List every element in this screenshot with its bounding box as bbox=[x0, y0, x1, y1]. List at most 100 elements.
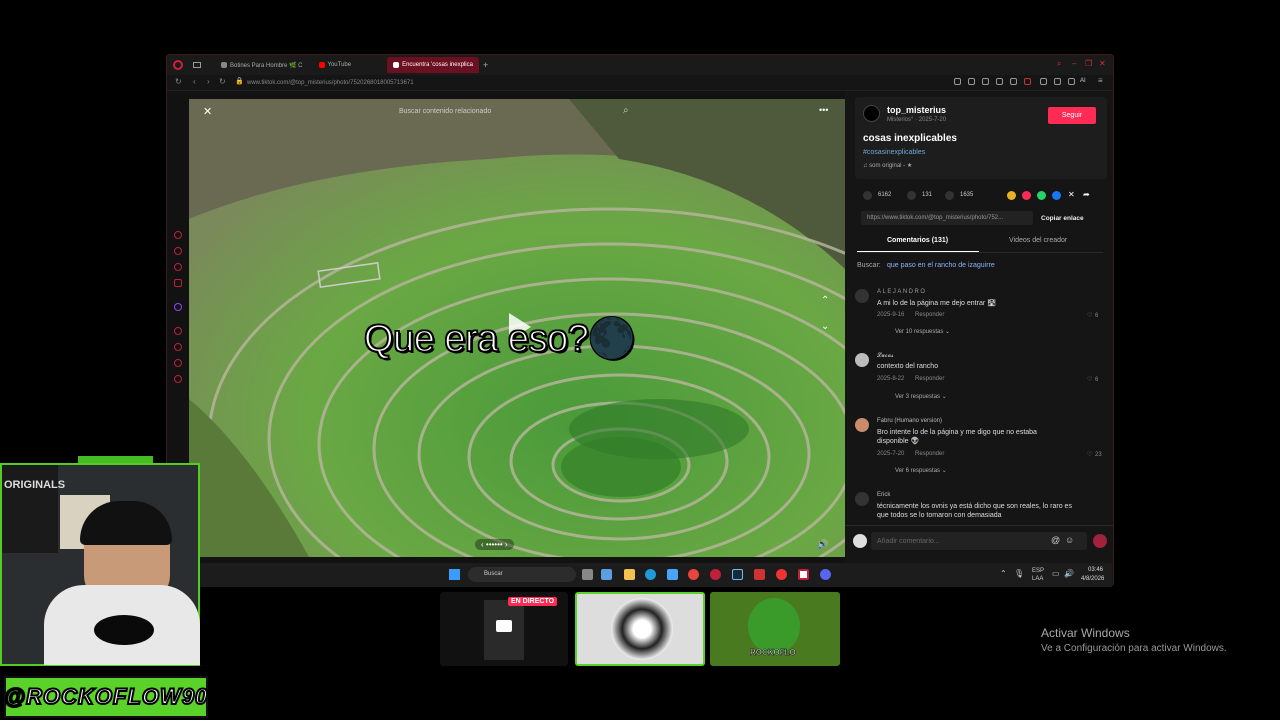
avatar[interactable] bbox=[855, 289, 869, 303]
tray-chevron-icon[interactable]: ⌃ bbox=[1000, 569, 1007, 578]
like-icon[interactable] bbox=[863, 191, 872, 200]
previous-video-icon[interactable]: ⌃ bbox=[821, 295, 829, 306]
docs-icon[interactable] bbox=[798, 569, 809, 580]
share-whatsapp-icon[interactable] bbox=[1037, 191, 1046, 200]
snapshot-icon[interactable] bbox=[1054, 78, 1061, 85]
sidebar-chat-icon[interactable] bbox=[174, 359, 182, 367]
view-replies-button[interactable]: Ver 10 respuestas ⌄ bbox=[895, 328, 950, 335]
new-tab-button[interactable]: + bbox=[483, 60, 488, 70]
view-replies-button[interactable]: Ver 3 respuestas ⌄ bbox=[895, 393, 947, 400]
comment-user[interactable]: ALEJANDRO bbox=[877, 289, 927, 295]
downloads-icon[interactable] bbox=[1068, 78, 1075, 85]
heart-icon[interactable]: ♡ bbox=[1087, 376, 1092, 383]
emoji-icon[interactable]: ☺ bbox=[1065, 535, 1074, 545]
clock-time[interactable]: 03:46 bbox=[1088, 567, 1103, 573]
related-search-field[interactable]: Buscar contenido relacionado bbox=[399, 108, 491, 115]
hashtag-link[interactable]: #cosasinexplicables bbox=[863, 149, 925, 156]
sidebar-bag-icon[interactable] bbox=[174, 247, 182, 255]
carousel-dots[interactable]: ‹ •••••• › bbox=[475, 539, 514, 550]
bookmark-icon[interactable] bbox=[945, 191, 954, 200]
sidebar-add-icon[interactable] bbox=[174, 327, 182, 335]
comment-user[interactable]: Fabru (Humano version) bbox=[877, 418, 942, 424]
tab-botines[interactable]: Botines Para Hombre 🌿 C bbox=[215, 57, 309, 73]
back-icon[interactable]: ‹ bbox=[193, 77, 196, 86]
search-icon[interactable]: ⌕ bbox=[623, 105, 629, 116]
share-red-icon[interactable] bbox=[1022, 191, 1031, 200]
maximize-icon[interactable]: ❐ bbox=[1085, 59, 1092, 68]
share-more-icon[interactable]: ➦ bbox=[1083, 190, 1090, 199]
heart-icon[interactable] bbox=[1024, 78, 1031, 85]
sidebar-twitch-icon[interactable] bbox=[174, 303, 182, 311]
clock-date[interactable]: 4/8/2026 bbox=[1081, 576, 1104, 582]
tab-tiktok[interactable]: Encuentra 'cosas inexplica bbox=[387, 57, 479, 73]
send-button[interactable] bbox=[1093, 534, 1107, 548]
sidebar-settings-icon[interactable] bbox=[174, 375, 182, 383]
tab-youtube[interactable]: YouTube bbox=[313, 57, 358, 73]
chrome-icon[interactable] bbox=[688, 569, 699, 580]
more-options-button[interactable]: ••• bbox=[819, 105, 828, 115]
comment-user[interactable]: Erick bbox=[877, 492, 890, 498]
share-embed-icon[interactable] bbox=[1007, 191, 1016, 200]
heart-icon[interactable]: ♡ bbox=[1087, 312, 1092, 319]
share-link[interactable]: https://www.tiktok.com/@top_misterius/ph… bbox=[867, 215, 1003, 221]
avatar[interactable] bbox=[855, 418, 869, 432]
shield-icon[interactable] bbox=[982, 78, 989, 85]
screenshot-icon[interactable] bbox=[968, 78, 975, 85]
tab-comments[interactable]: Comentarios (131) bbox=[887, 237, 948, 244]
share-x-icon[interactable]: ✕ bbox=[1068, 190, 1075, 199]
app2-icon[interactable] bbox=[776, 569, 787, 580]
avatar[interactable] bbox=[855, 353, 869, 367]
creator-username[interactable]: top_misterius bbox=[887, 105, 946, 115]
file-explorer-icon[interactable] bbox=[624, 569, 635, 580]
reload-icon[interactable]: ↻ bbox=[175, 77, 182, 86]
bookmark-icon[interactable] bbox=[954, 78, 961, 85]
opera-icon[interactable] bbox=[710, 569, 721, 580]
tab-creator-videos[interactable]: Videos del creador bbox=[1009, 237, 1067, 244]
sidebar-clock-icon[interactable] bbox=[174, 343, 182, 351]
volume-icon[interactable]: 🔊 bbox=[817, 539, 828, 550]
share-facebook-icon[interactable] bbox=[1052, 191, 1061, 200]
discord-icon[interactable] bbox=[820, 569, 831, 580]
download-icon[interactable] bbox=[996, 78, 1003, 85]
reply-button[interactable]: Responder bbox=[915, 312, 944, 318]
comment-input[interactable]: Añadir comentario... bbox=[877, 538, 940, 545]
comment-user[interactable]: 𝓛𝓾𝓬𝓪𝓼 bbox=[877, 353, 894, 360]
heart-icon[interactable]: ♡ bbox=[1087, 451, 1092, 458]
sidebar-history-icon[interactable] bbox=[174, 231, 182, 239]
comment-icon[interactable] bbox=[907, 191, 916, 200]
close-video-button[interactable]: ✕ bbox=[203, 105, 212, 118]
tray-lang[interactable]: ESP bbox=[1032, 568, 1044, 574]
search-suggestion-link[interactable]: que paso en el rancho de izaguirre bbox=[887, 262, 995, 269]
extensions-icon[interactable] bbox=[1040, 78, 1047, 85]
menu-icon[interactable]: ≡ bbox=[1098, 76, 1103, 85]
steam-icon[interactable] bbox=[732, 569, 743, 580]
store-icon[interactable] bbox=[667, 569, 678, 580]
volume-icon[interactable]: 🔊 bbox=[1064, 569, 1074, 578]
comment-like-count[interactable]: 23 bbox=[1095, 452, 1102, 458]
ai-button[interactable]: AI bbox=[1080, 78, 1086, 84]
tray-lang2[interactable]: LAA bbox=[1032, 576, 1043, 582]
mention-icon[interactable]: @ bbox=[1051, 535, 1060, 545]
widgets-icon[interactable] bbox=[601, 569, 612, 580]
next-video-icon[interactable]: ⌄ bbox=[821, 321, 829, 332]
refresh-icon[interactable]: ↻ bbox=[219, 77, 226, 86]
edge-icon[interactable] bbox=[645, 569, 656, 580]
minimize-icon[interactable]: – bbox=[1072, 59, 1076, 68]
play-icon[interactable] bbox=[1010, 78, 1017, 85]
sidebar-heart-icon[interactable] bbox=[174, 263, 182, 271]
network-icon[interactable]: ▭ bbox=[1052, 569, 1060, 578]
windows-start-icon[interactable] bbox=[449, 569, 460, 580]
url-field[interactable]: www.tiktok.com/@top_misterius/photo/7520… bbox=[247, 80, 414, 86]
copy-link-button[interactable]: Copiar enlace bbox=[1041, 215, 1084, 222]
taskview-icon[interactable] bbox=[582, 569, 593, 580]
view-replies-button[interactable]: Ver 6 respuestas ⌄ bbox=[895, 467, 947, 474]
mic-icon[interactable]: 🎙 bbox=[1014, 569, 1024, 578]
comment-like-count[interactable]: 6 bbox=[1095, 313, 1098, 319]
comment-like-count[interactable]: 6 bbox=[1095, 377, 1098, 383]
creator-avatar[interactable] bbox=[863, 105, 880, 122]
reply-button[interactable]: Responder bbox=[915, 376, 944, 382]
follow-button[interactable]: Seguir bbox=[1048, 107, 1096, 124]
video-player[interactable]: ✕ Buscar contenido relacionado ⌕ ••• Que… bbox=[189, 99, 845, 557]
forward-icon[interactable]: › bbox=[207, 77, 210, 86]
sidebar-box-icon[interactable] bbox=[174, 279, 182, 287]
